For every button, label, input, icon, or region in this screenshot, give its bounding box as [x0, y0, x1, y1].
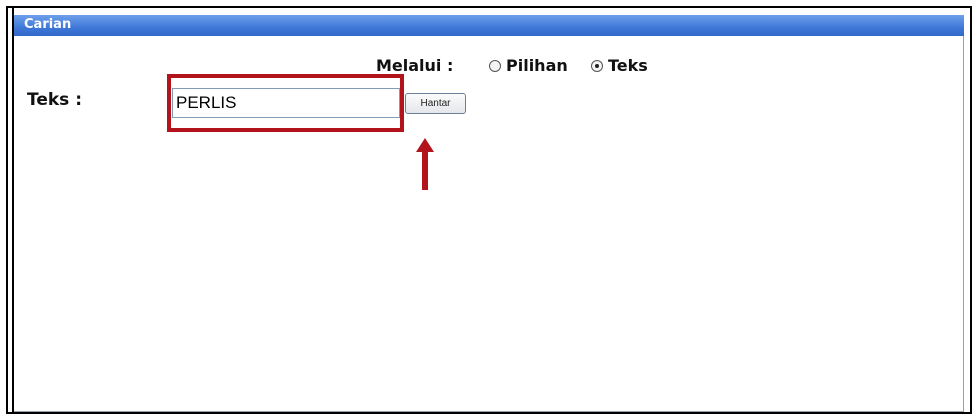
- submit-button[interactable]: Hantar: [405, 93, 466, 114]
- panel-title: Carian: [24, 17, 72, 32]
- radio-option-teks[interactable]: Teks: [591, 56, 648, 75]
- text-search-label: Teks :: [27, 90, 83, 110]
- search-text-input[interactable]: [172, 88, 400, 118]
- panel-titlebar: Carian: [14, 15, 964, 36]
- search-mode-label: Melalui :: [376, 56, 454, 75]
- radio-button-pilihan[interactable]: [489, 59, 501, 72]
- radio-label-pilihan: Pilihan: [506, 56, 568, 75]
- radio-button-teks[interactable]: [591, 59, 603, 72]
- panel-content: [14, 36, 964, 412]
- arrow-up-icon: [416, 138, 434, 190]
- radio-option-pilihan[interactable]: Pilihan: [489, 56, 568, 75]
- radio-label-teks: Teks: [608, 56, 648, 75]
